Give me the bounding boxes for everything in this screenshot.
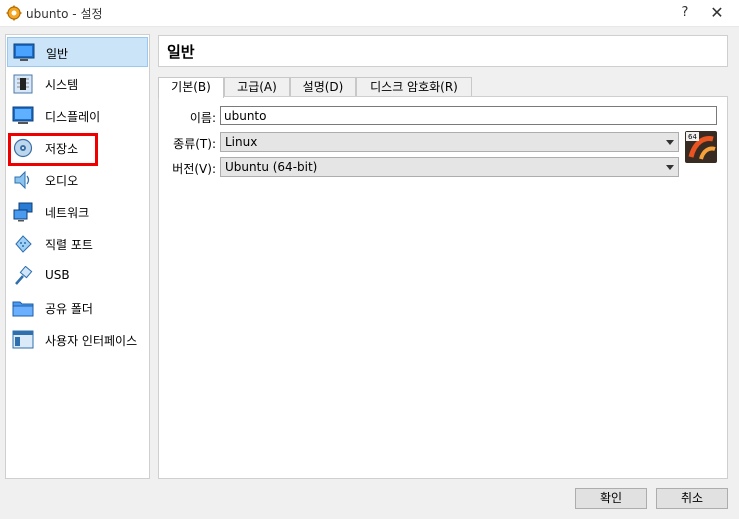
sidebar-item-shared-folders[interactable]: 공유 폴더 (7, 293, 148, 323)
tab-content-panel (158, 96, 728, 479)
sidebar-item-display[interactable]: 디스플레이 (7, 101, 148, 131)
sidebar-item-label: 오디오 (45, 174, 79, 188)
tab-basic[interactable]: 기본(B) (158, 77, 224, 98)
type-select[interactable]: Linux (220, 132, 679, 152)
sidebar-item-user-interface[interactable]: 사용자 인터페이스 (7, 325, 148, 355)
page-title: 일반 (167, 43, 195, 61)
app-gear-icon (6, 5, 22, 21)
sidebar-item-label: 네트워크 (45, 206, 90, 220)
sidebar-item-label: 사용자 인터페이스 (45, 334, 138, 348)
version-selected-value: Ubuntu (64-bit) (225, 160, 318, 174)
help-button[interactable]: ? (676, 4, 694, 22)
sidebar-item-storage[interactable]: 저장소 (7, 133, 148, 163)
window-title: ubunto - 설정 (26, 7, 103, 21)
sidebar-item-serial-port[interactable]: 직렬 포트 (7, 229, 148, 259)
sidebar-item-label: 디스플레이 (45, 110, 101, 124)
network-icon (13, 202, 33, 222)
version-select[interactable]: Ubuntu (64-bit) (220, 157, 679, 177)
serial-port-icon (15, 235, 32, 253)
name-label: 이름: (189, 111, 216, 125)
cancel-button[interactable]: 취소 (656, 488, 728, 509)
tab-disk-encryption[interactable]: 디스크 암호화(R) (356, 77, 472, 97)
sidebar-item-label: 공유 폴더 (45, 302, 93, 316)
version-label: 버전(V): (172, 162, 216, 176)
sidebar-item-label: 시스템 (45, 78, 79, 92)
sidebar-item-system[interactable]: 시스템 (7, 69, 148, 99)
type-label: 종류(T): (173, 137, 216, 151)
ok-button[interactable]: 확인 (575, 488, 647, 509)
sidebar-item-network[interactable]: 네트워크 (7, 197, 148, 227)
speaker-icon (14, 170, 30, 190)
tab-advanced[interactable]: 고급(A) (224, 77, 290, 97)
section-header: 일반 (158, 35, 728, 67)
sidebar-item-audio[interactable]: 오디오 (7, 165, 148, 195)
type-selected-value: Linux (225, 135, 258, 149)
sidebar-item-usb[interactable]: USB (7, 261, 148, 291)
display-icon (12, 106, 34, 124)
sidebar-item-label: 일반 (46, 47, 69, 61)
general-monitor-icon (13, 43, 35, 61)
sidebar-item-label: 저장소 (45, 142, 79, 156)
name-input[interactable] (220, 106, 717, 125)
usb-icon (15, 266, 33, 285)
sidebar-item-label: 직렬 포트 (45, 238, 93, 252)
tab-description[interactable]: 설명(D) (290, 77, 356, 97)
os-badge-text: 64 (688, 133, 697, 141)
title-bar: ubunto - 설정 ? ✕ (0, 0, 739, 27)
sidebar-item-label: USB (45, 268, 70, 282)
chevron-down-icon (666, 165, 674, 170)
chevron-down-icon (666, 140, 674, 145)
disk-icon (13, 138, 33, 158)
ubuntu-os-icon: 64 (685, 131, 717, 163)
sidebar-item-general[interactable]: 일반 (7, 37, 148, 67)
chip-icon (13, 74, 33, 94)
folder-icon (12, 301, 34, 317)
close-button[interactable]: ✕ (707, 3, 727, 23)
settings-sidebar: 일반 시스템 디스플레이 저장소 오디오 네트워크 직렬 포트 USB 공유 폴… (5, 34, 150, 479)
ui-window-icon (12, 330, 34, 349)
